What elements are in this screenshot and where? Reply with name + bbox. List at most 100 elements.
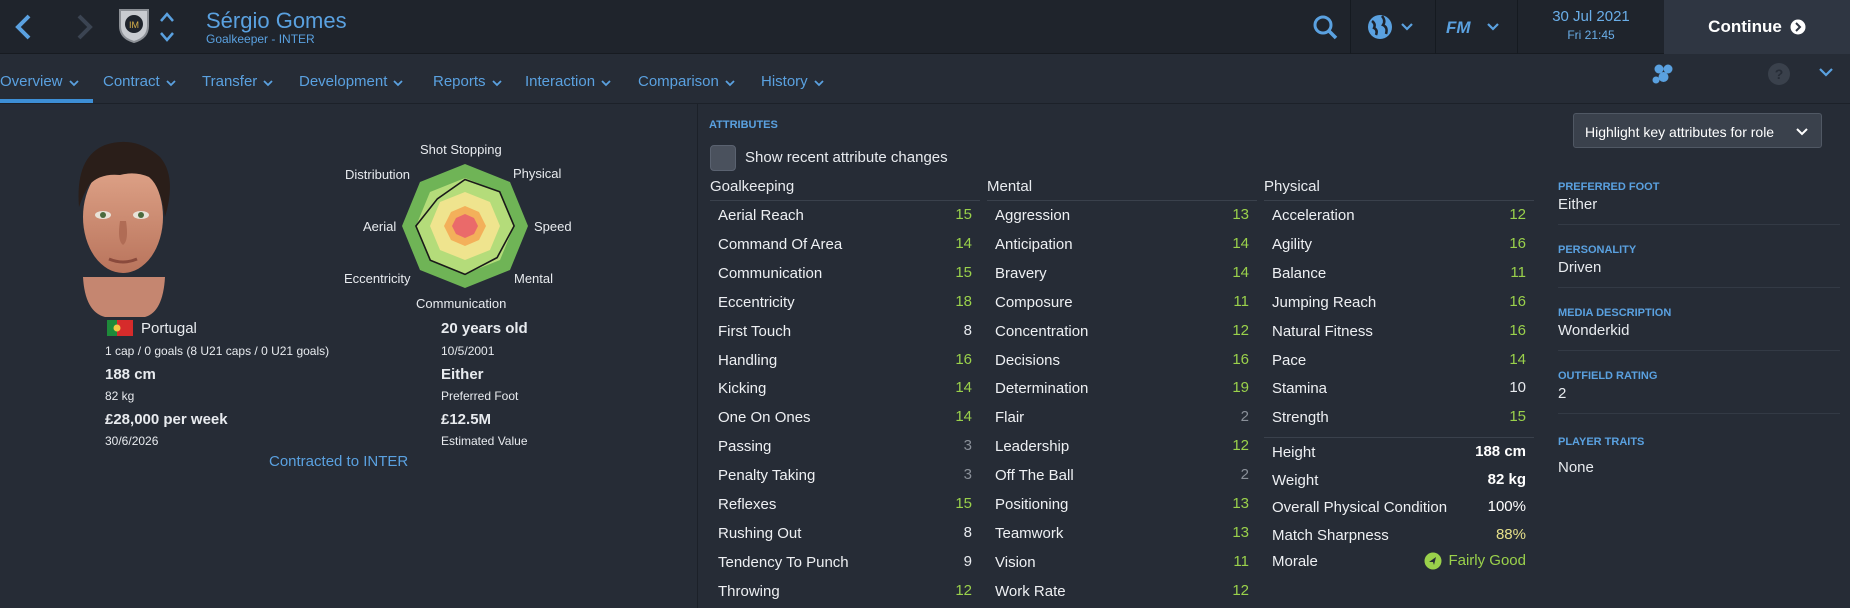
tab-interaction[interactable]: Interaction <box>525 73 611 91</box>
goalkeeping-attribute-row[interactable]: One On Ones 14 <box>710 406 980 431</box>
search-icon[interactable] <box>1312 10 1338 44</box>
status-name: Match Sharpness <box>1272 527 1389 544</box>
goalkeeping-attribute-row[interactable]: Communication 15 <box>710 262 980 287</box>
mental-attribute-row[interactable]: Bravery 14 <box>987 262 1257 287</box>
collapse-chevron-icon[interactable] <box>1818 65 1834 83</box>
continue-button[interactable]: Continue <box>1664 0 1850 54</box>
goalkeeping-attribute-row[interactable]: Handling 16 <box>710 349 980 374</box>
globe-icon[interactable] <box>1366 10 1416 44</box>
preferred-foot-value: Either <box>441 366 484 383</box>
mental-attribute-row[interactable]: Concentration 12 <box>987 320 1257 345</box>
game-date[interactable]: 30 Jul 2021 Fri 21:45 <box>1518 0 1664 54</box>
goalkeeping-attribute-row[interactable]: Aerial Reach 15 <box>710 204 980 229</box>
attribute-name: Tendency To Punch <box>718 553 849 571</box>
preferred-foot-caption: Preferred Foot <box>441 389 519 403</box>
goalkeeping-attribute-row[interactable]: Passing 3 <box>710 435 980 460</box>
physical-attribute-row[interactable]: Strength 15 <box>1264 406 1534 431</box>
tab-development[interactable]: Development <box>299 73 404 91</box>
attribute-value: 15 <box>955 263 972 281</box>
goalkeeping-attribute-row[interactable]: Penalty Taking 3 <box>710 464 980 489</box>
mental-attribute-row[interactable]: Anticipation 14 <box>987 233 1257 258</box>
show-changes-label[interactable]: Show recent attribute changes <box>745 149 948 166</box>
active-tab-underline <box>0 99 93 103</box>
goalkeeping-attribute-row[interactable]: Rushing Out 8 <box>710 522 980 547</box>
attribute-name: Positioning <box>995 496 1069 513</box>
physical-attribute-row[interactable]: Pace 14 <box>1264 349 1534 374</box>
physical-attribute-row[interactable]: Balance 11 <box>1264 262 1534 287</box>
status-value: 82 kg <box>1487 471 1526 488</box>
preferred-foot-heading: PREFERRED FOOT <box>1558 181 1660 193</box>
attribute-value: 14 <box>1509 350 1526 368</box>
mental-attribute-row[interactable]: Leadership 12 <box>987 435 1257 460</box>
goalkeeping-attribute-row[interactable]: Reflexes 15 <box>710 493 980 518</box>
tab-contract[interactable]: Contract <box>103 73 176 91</box>
attribute-name: Balance <box>1272 264 1327 282</box>
tab-reports[interactable]: Reports <box>433 73 502 91</box>
attribute-name: Acceleration <box>1272 207 1355 224</box>
physical-status-row: Weight 82 kg <box>1264 469 1534 494</box>
back-arrow-icon[interactable] <box>6 8 42 46</box>
attribute-value: 13 <box>1232 523 1249 541</box>
mental-attribute-row[interactable]: Composure 11 <box>987 291 1257 316</box>
tab-label: Contract <box>103 73 160 90</box>
physical-status-row: Match Sharpness 88% <box>1264 524 1534 549</box>
attribute-value: 2 <box>1240 466 1249 484</box>
attribute-value: 3 <box>963 466 972 484</box>
mental-attribute-row[interactable]: Flair 2 <box>987 406 1257 431</box>
attribute-name: Teamwork <box>995 524 1064 542</box>
goalkeeping-attribute-row[interactable]: Eccentricity 18 <box>710 291 980 316</box>
mental-attribute-row[interactable]: Off The Ball 2 <box>987 464 1257 489</box>
outfield-rating-value: 2 <box>1558 385 1567 402</box>
physical-attribute-row[interactable]: Natural Fitness 16 <box>1264 320 1534 345</box>
status-value: Fairly Good <box>1448 552 1526 569</box>
tab-transfer[interactable]: Transfer <box>202 73 273 91</box>
tab-history[interactable]: History <box>761 73 824 91</box>
forward-arrow-icon[interactable] <box>66 8 102 46</box>
show-changes-checkbox[interactable] <box>710 145 736 171</box>
mental-attribute-row[interactable]: Determination 19 <box>987 377 1257 402</box>
help-icon[interactable]: ? <box>1767 62 1791 91</box>
player-switch-stepper[interactable] <box>157 8 177 46</box>
mental-attribute-row[interactable]: Decisions 16 <box>987 349 1257 374</box>
physical-attribute-row[interactable]: Jumping Reach 16 <box>1264 291 1534 316</box>
goalkeeping-attribute-row[interactable]: Kicking 14 <box>710 377 980 402</box>
mental-attribute-row[interactable]: Teamwork 13 <box>987 522 1257 547</box>
tab-overview[interactable]: Overview <box>0 73 79 91</box>
squad-people-icon[interactable] <box>1650 61 1676 92</box>
attribute-name: Natural Fitness <box>1272 322 1373 340</box>
svg-text:?: ? <box>1775 66 1784 82</box>
attribute-name: One On Ones <box>718 409 811 427</box>
media-description-heading: MEDIA DESCRIPTION <box>1558 307 1672 319</box>
height-value: 188 cm <box>105 366 156 383</box>
status-name: Weight <box>1272 472 1319 489</box>
attribute-name: Kicking <box>718 380 767 398</box>
player-subtitle[interactable]: Goalkeeper - INTER <box>206 32 315 46</box>
attribute-value: 15 <box>955 495 972 512</box>
goalkeeping-attribute-row[interactable]: Throwing 12 <box>710 580 980 605</box>
mental-attribute-row[interactable]: Positioning 13 <box>987 493 1257 518</box>
physical-attribute-row[interactable]: Stamina 10 <box>1264 377 1534 402</box>
mental-attribute-row[interactable]: Work Rate 12 <box>987 580 1257 605</box>
physical-attribute-row[interactable]: Acceleration 12 <box>1264 204 1534 229</box>
attribute-value: 12 <box>1232 437 1249 455</box>
fm-logo-icon[interactable]: FM <box>1444 10 1500 44</box>
mental-attribute-row[interactable]: Aggression 13 <box>987 204 1257 229</box>
attribute-value: 12 <box>1509 206 1526 223</box>
goalkeeping-attribute-row[interactable]: Tendency To Punch 9 <box>710 551 980 576</box>
mental-attribute-row[interactable]: Vision 11 <box>987 551 1257 576</box>
goalkeeping-attribute-row[interactable]: First Touch 8 <box>710 320 980 345</box>
highlight-role-dropdown[interactable]: Highlight key attributes for role <box>1573 113 1822 148</box>
physical-status-row: Overall Physical Condition 100% <box>1264 496 1534 521</box>
attribute-name: Bravery <box>995 264 1047 282</box>
goalkeeping-attribute-row[interactable]: Command Of Area 14 <box>710 233 980 258</box>
contracted-link[interactable]: Contracted to INTER <box>269 453 408 470</box>
contract-end-date: 30/6/2026 <box>105 434 159 448</box>
attribute-name: Jumping Reach <box>1272 293 1377 311</box>
nationality[interactable]: Portugal <box>141 320 197 337</box>
continue-label: Continue <box>1708 17 1782 36</box>
media-description-value: Wonderkid <box>1558 322 1630 339</box>
physical-attribute-row[interactable]: Agility 16 <box>1264 233 1534 258</box>
attribute-value: 11 <box>1233 292 1249 310</box>
attribute-name: Aerial Reach <box>718 207 804 224</box>
tab-comparison[interactable]: Comparison <box>638 73 735 91</box>
